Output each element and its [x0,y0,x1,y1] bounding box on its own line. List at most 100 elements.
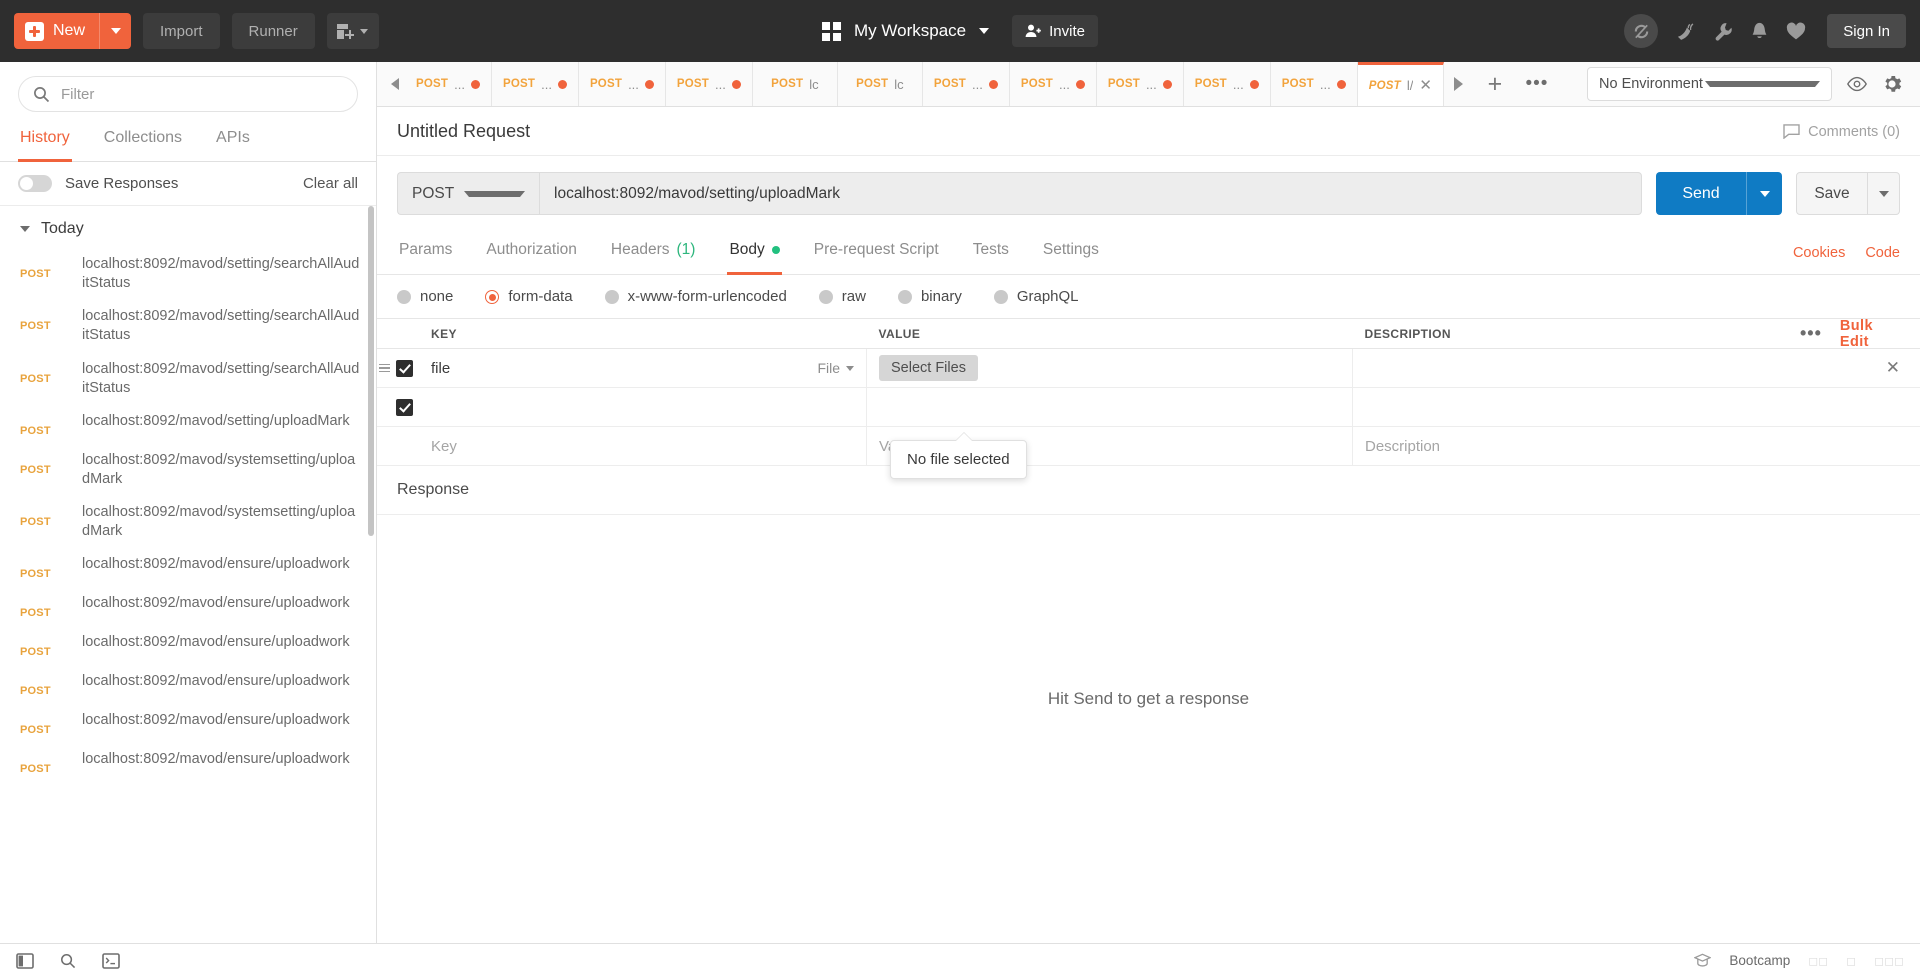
cookies-link[interactable]: Cookies [1793,245,1845,261]
tabstrip-more-button[interactable]: ••• [1516,62,1558,106]
select-files-button[interactable]: Select Files [879,355,978,381]
tab-headers[interactable]: Headers (1) [609,231,698,275]
request-tab-active[interactable]: POST l/ ✕ [1357,62,1444,106]
request-tab-title: ... [715,76,726,92]
request-tab[interactable]: POST... [578,62,666,106]
close-icon[interactable]: ✕ [1419,78,1432,93]
new-button-dropdown[interactable] [99,13,131,49]
body-type-urlencoded[interactable]: x-www-form-urlencoded [604,288,787,305]
tabstrip-scroll-left[interactable] [385,62,405,106]
body-type-raw[interactable]: raw [818,288,866,305]
save-responses-toggle[interactable] [18,175,52,192]
sidebar-tab-collections[interactable]: Collections [102,125,184,162]
sidebar-scrollbar[interactable] [368,206,374,536]
sidebar-toggle-icon[interactable] [16,952,34,969]
tab-pre-request-script[interactable]: Pre-request Script [812,231,941,275]
row-description-cell[interactable] [1353,388,1800,426]
row-key-cell[interactable]: file File [419,349,867,387]
wrench-icon[interactable] [1713,21,1733,41]
new-button-main[interactable]: New [14,13,99,49]
method-value: POST [412,184,455,202]
request-tab[interactable]: POST lc [752,62,838,106]
body-type-graphql[interactable]: GraphQL [993,288,1079,305]
body-type-form-data[interactable]: form-data [485,288,573,305]
heart-icon[interactable] [1786,22,1806,41]
tab-body[interactable]: Body [727,231,782,275]
request-tab[interactable]: POST... [665,62,753,106]
table-options-button[interactable]: ••• [1800,323,1822,344]
invite-button[interactable]: Invite [1012,15,1098,47]
list-item[interactable]: POST localhost:8092/mavod/ensure/uploadwo… [0,626,376,665]
list-item[interactable]: POST localhost:8092/mavod/systemsetting/u… [0,444,376,496]
history-group-today[interactable]: Today [0,206,376,248]
eye-icon[interactable] [1846,76,1868,92]
request-tab[interactable]: POST... [1009,62,1097,106]
method-select[interactable]: POST [397,172,539,215]
search-icon[interactable] [60,953,76,969]
list-item[interactable]: POST localhost:8092/mavod/ensure/uploadwo… [0,587,376,626]
request-tab[interactable]: POST... [405,62,492,106]
request-tab-title: ... [972,76,983,92]
request-tab[interactable]: POST... [491,62,579,106]
list-item[interactable]: POST localhost:8092/mavod/ensure/uploadwo… [0,704,376,743]
bulk-edit-button[interactable]: Bulk Edit [1840,318,1900,350]
gear-icon[interactable] [1882,74,1902,94]
row-checkbox[interactable] [396,398,413,416]
delete-row-button[interactable]: ✕ [1886,358,1900,378]
search-input[interactable] [61,85,343,103]
tab-settings[interactable]: Settings [1041,231,1101,275]
workspace-selector[interactable]: My Workspace Invite [822,15,1098,47]
list-item[interactable]: POST localhost:8092/mavod/setting/uploadM… [0,405,376,444]
broadcast-icon[interactable] [1675,21,1696,42]
save-dropdown-button[interactable] [1868,172,1900,215]
row-checkbox[interactable] [396,359,413,377]
bootcamp-label[interactable]: Bootcamp [1729,953,1790,968]
bell-icon[interactable] [1750,21,1769,41]
send-dropdown-button[interactable] [1746,172,1782,215]
list-item[interactable]: POST localhost:8092/mavod/setting/searchA… [0,248,376,300]
request-tab[interactable]: POST... [1096,62,1184,106]
request-tab[interactable]: POST... [1183,62,1271,106]
list-item[interactable]: POST localhost:8092/mavod/ensure/uploadwo… [0,548,376,587]
row-key-cell[interactable] [419,388,867,426]
request-tab[interactable]: POST... [1270,62,1358,106]
request-tab[interactable]: POST... [922,62,1010,106]
console-icon[interactable] [102,952,120,969]
new-button[interactable]: New [14,13,132,49]
sync-off-icon[interactable] [1624,14,1659,48]
list-item[interactable]: POST localhost:8092/mavod/setting/searchA… [0,353,376,405]
import-button[interactable]: Import [143,13,220,49]
list-item[interactable]: POST localhost:8092/mavod/ensure/uploadwo… [0,665,376,704]
new-tab-button[interactable]: + [1474,62,1516,106]
drag-handle-icon[interactable] [379,363,390,373]
body-type-none[interactable]: none [397,288,453,305]
row-value-cell[interactable] [867,388,1353,426]
request-tab[interactable]: POST lc [837,62,923,106]
url-input-wrap[interactable] [539,172,1642,215]
body-type-binary[interactable]: binary [897,288,962,305]
tabstrip-scroll-right[interactable] [1444,62,1474,106]
row-key-cell[interactable]: Key [419,427,867,465]
tab-tests[interactable]: Tests [971,231,1011,275]
sidebar-tab-apis[interactable]: APIs [214,125,252,162]
new-collection-button[interactable] [326,13,379,49]
save-button[interactable]: Save [1796,172,1868,215]
sign-in-button[interactable]: Sign In [1827,14,1906,48]
send-button[interactable]: Send [1656,172,1746,215]
tab-authorization[interactable]: Authorization [484,231,578,275]
comments-button[interactable]: Comments (0) [1783,124,1900,140]
list-item[interactable]: POST localhost:8092/mavod/systemsetting/u… [0,496,376,548]
environment-select[interactable]: No Environment [1587,67,1832,101]
tab-params[interactable]: Params [397,231,454,275]
list-item[interactable]: POST localhost:8092/mavod/ensure/uploadwo… [0,743,376,782]
sidebar-tab-history[interactable]: History [18,125,72,162]
list-item[interactable]: POST localhost:8092/mavod/setting/searchA… [0,300,376,352]
row-description-cell[interactable] [1353,349,1800,387]
row-type-select[interactable]: File [817,360,866,376]
clear-all-button[interactable]: Clear all [303,175,358,192]
url-input[interactable] [554,184,1627,203]
row-description-cell[interactable]: Description [1353,427,1800,465]
runner-button[interactable]: Runner [231,13,315,49]
code-link[interactable]: Code [1865,245,1900,261]
filter-box[interactable] [18,76,358,112]
